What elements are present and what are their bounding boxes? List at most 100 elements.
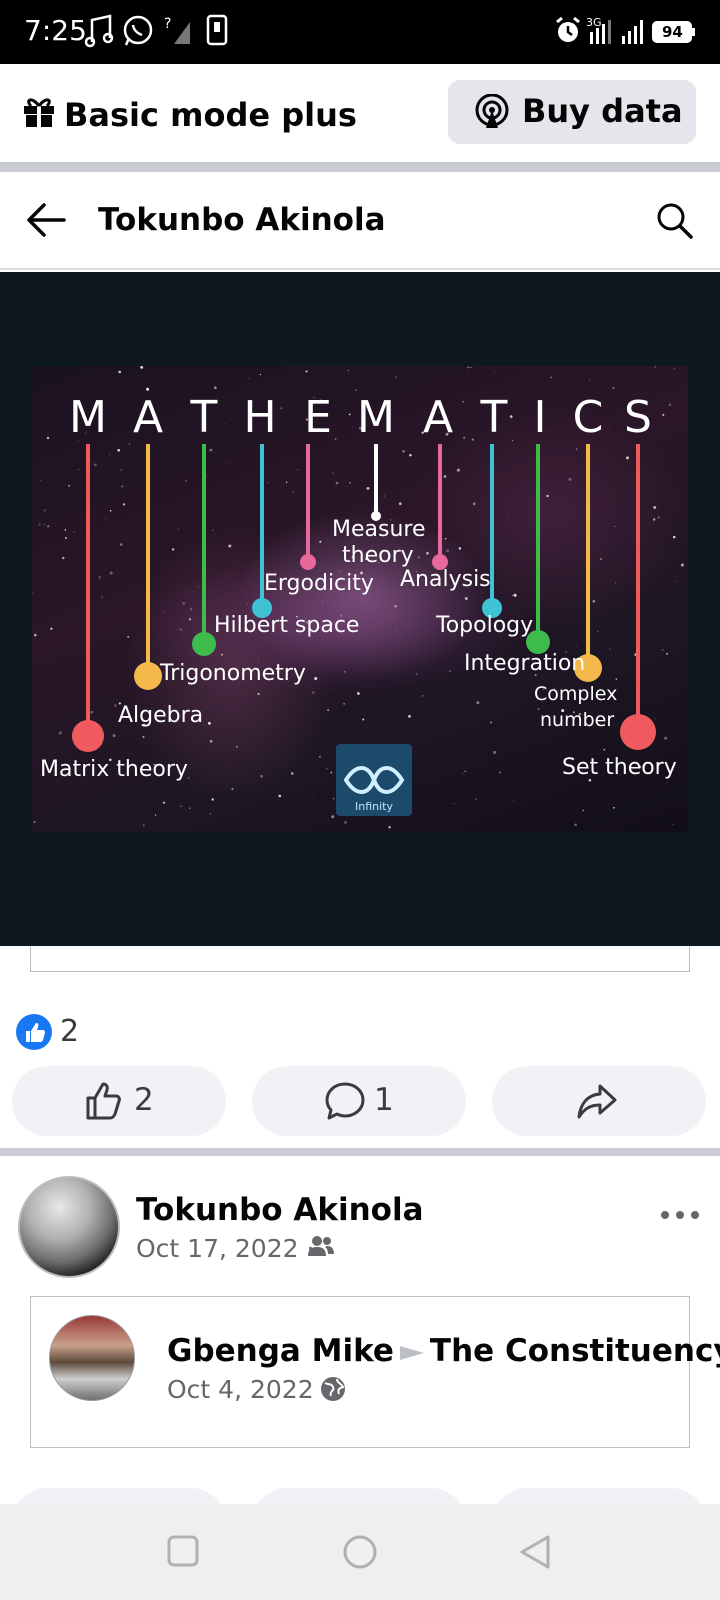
star [347,369,349,371]
star [142,735,145,738]
star [493,372,495,374]
star [228,544,232,548]
star [296,469,299,471]
comment-button[interactable]: 1 [252,1066,466,1136]
shared-post-card[interactable]: Gbenga Mike The Constituency Oct 4, 2022 … [30,1296,720,1448]
star [550,376,553,379]
title-letter: M [357,392,395,443]
star [443,475,447,478]
page-header: Tokunbo Akinola [0,172,720,270]
star [38,523,41,526]
star [211,798,214,801]
star [335,481,339,485]
shared-post-date[interactable]: Oct 4, 2022 · [167,1375,330,1404]
star [418,556,420,559]
home-icon[interactable] [342,1534,378,1575]
star [154,814,157,816]
back-arrow-icon[interactable] [24,200,68,245]
star [44,523,46,525]
star [509,415,513,418]
title-letter: T [190,392,218,443]
buy-data-button[interactable]: Buy data [448,80,696,144]
star [62,556,65,560]
branch-label: Trigonometry [159,661,306,686]
star [223,423,225,425]
star [118,370,121,374]
star [68,484,71,487]
star [568,477,572,481]
star [197,586,199,588]
star [589,380,590,381]
star [305,370,308,373]
more-options-icon[interactable] [660,1208,700,1227]
star [142,824,145,827]
star [330,771,333,774]
post-author-name[interactable]: Tokunbo Akinola [136,1192,424,1228]
title-letter: I [534,392,547,443]
pendant-bead [192,632,216,656]
shared-author-name[interactable]: Gbenga Mike [167,1333,394,1369]
star [672,535,676,539]
mathematics-diagram: M A T H E M A T I C SMatrix theoryAlgebraTrigonome… [32,366,684,832]
star [415,673,418,675]
buy-data-label: Buy data [522,92,683,130]
star [142,382,144,384]
star [396,629,398,631]
star [408,714,411,718]
star [512,440,514,442]
like-button[interactable]: 2 [12,1066,226,1136]
star [64,529,67,531]
star [603,748,606,751]
star [331,815,335,819]
star [109,453,111,456]
star [122,503,126,506]
star [182,601,186,605]
gift-icon [22,94,56,133]
author-avatar[interactable] [18,1176,120,1278]
broadcast-icon [474,93,510,135]
back-nav-icon[interactable] [518,1534,552,1575]
star [171,548,175,551]
star [666,781,668,783]
svg-text:3G: 3G [586,16,602,29]
star [90,710,93,714]
star [98,576,101,579]
star [460,369,462,370]
star [207,721,211,725]
share-button[interactable] [492,1066,706,1136]
pendant-bead [620,714,656,750]
star [146,387,150,391]
star [426,551,429,555]
star [421,694,424,697]
search-icon[interactable] [656,202,694,245]
post-photo[interactable]: M A T H E M A T I C S Matrix theory Algebra Trigonome… [0,272,720,946]
shared-post-title[interactable]: Gbenga Mike The Constituency [167,1333,720,1369]
shared-author-avatar[interactable] [49,1315,135,1401]
post-divider [0,1148,720,1156]
branch-label: theory [342,543,414,568]
branch-label: Set theory [562,755,677,780]
star [267,482,269,484]
star [609,425,611,427]
star [497,679,499,681]
star [280,407,283,410]
branch-label: Ergodicity [264,571,374,596]
star [657,516,660,519]
recent-apps-icon[interactable] [166,1534,200,1573]
star [114,704,117,707]
no-signal-icon: ? [164,14,194,53]
mathematics-image: M A T H E M A T I C S Matrix theory Algebra Trigonome… [32,366,688,832]
post-date[interactable]: Oct 17, 2022 · [136,1234,314,1263]
shared-target-name[interactable]: The Constituency [430,1333,720,1369]
star [332,472,334,474]
globe-icon [319,1375,347,1408]
star [94,463,97,467]
svg-text:?: ? [164,16,171,32]
reaction-count[interactable]: 2 [60,1014,79,1049]
star [661,605,662,607]
star [546,494,549,498]
alarm-icon [554,14,582,53]
like-reaction-icon[interactable] [16,1014,52,1050]
star [366,486,370,490]
star [47,525,50,528]
